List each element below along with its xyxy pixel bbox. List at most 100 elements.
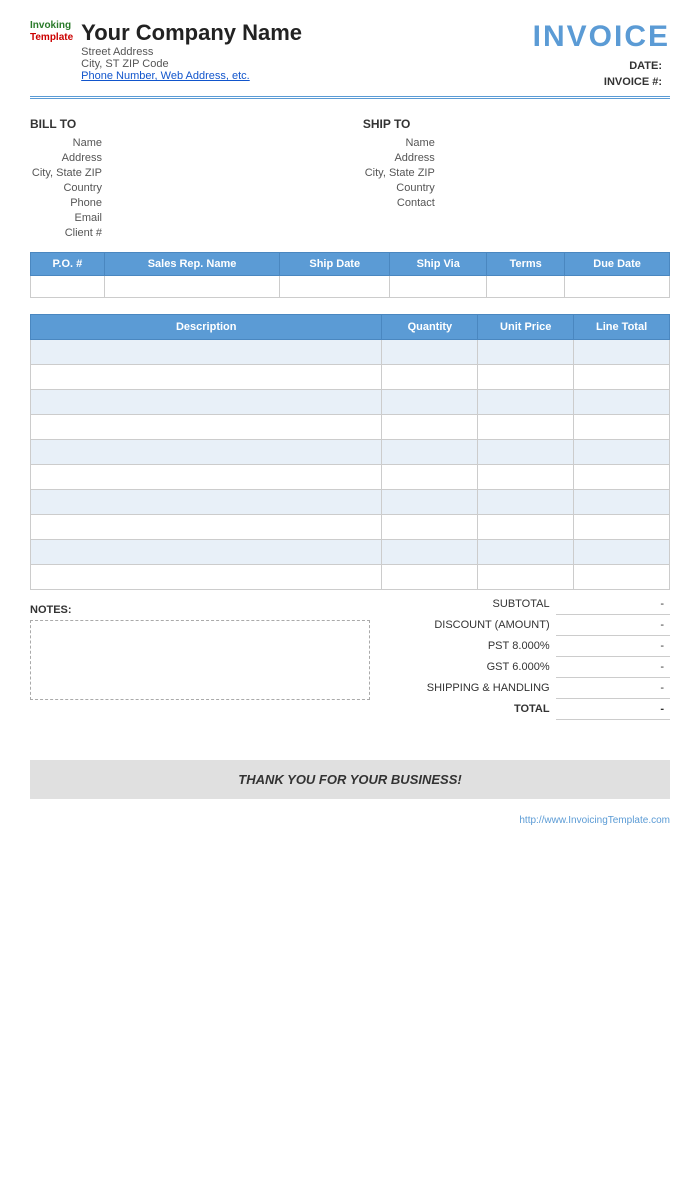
bill-phone-row: Phone (30, 197, 337, 209)
item-row (31, 565, 670, 590)
item-row (31, 390, 670, 415)
item-total (574, 365, 670, 390)
order-sales (104, 276, 279, 298)
invoice-header: Invoking Template Your Company Name Stre… (30, 20, 670, 88)
item-price (478, 565, 574, 590)
items-header-total: Line Total (574, 315, 670, 340)
bill-email-row: Email (30, 212, 337, 224)
bottom-section: NOTES: SUBTOTAL - DISCOUNT (AMOUNT) - PS… (30, 594, 670, 720)
totals-block: SUBTOTAL - DISCOUNT (AMOUNT) - PST 8.000… (363, 594, 670, 720)
bill-email-label: Email (30, 212, 110, 224)
bill-ship-section: BILL TO Name Address City, State ZIP Cou… (30, 117, 670, 242)
order-ship-via (390, 276, 487, 298)
bill-email-value (110, 212, 337, 224)
item-qty (382, 540, 478, 565)
item-qty (382, 490, 478, 515)
order-header-sales: Sales Rep. Name (104, 253, 279, 276)
totals-table: SUBTOTAL - DISCOUNT (AMOUNT) - PST 8.000… (363, 594, 670, 720)
ship-contact-label: Contact (363, 197, 443, 209)
total-value: - (556, 699, 670, 720)
ship-address-row: Address (363, 152, 670, 164)
item-desc (31, 390, 382, 415)
order-header-ship-via: Ship Via (390, 253, 487, 276)
item-total (574, 415, 670, 440)
gst-label: GST 6.000% (363, 657, 556, 678)
item-desc (31, 540, 382, 565)
bill-country-label: Country (30, 182, 110, 194)
gst-row: GST 6.000% - (363, 657, 670, 678)
item-total (574, 465, 670, 490)
item-desc (31, 490, 382, 515)
bill-client-row: Client # (30, 227, 337, 239)
item-desc (31, 440, 382, 465)
item-desc (31, 565, 382, 590)
notes-block: NOTES: (30, 594, 350, 700)
ship-city-value (443, 167, 670, 179)
order-po (31, 276, 105, 298)
company-street: Street Address (81, 46, 302, 58)
bill-name-label: Name (30, 137, 110, 149)
items-header-desc: Description (31, 315, 382, 340)
logo-invoking: Invoking (30, 20, 71, 31)
bill-city-label: City, State ZIP (30, 167, 110, 179)
bill-address-row: Address (30, 152, 337, 164)
company-contact[interactable]: Phone Number, Web Address, etc. (81, 70, 302, 82)
thank-you-text: THANK YOU FOR YOUR BUSINESS! (238, 772, 461, 787)
shipping-row: SHIPPING & HANDLING - (363, 678, 670, 699)
item-row (31, 465, 670, 490)
item-price (478, 390, 574, 415)
item-total (574, 565, 670, 590)
thank-you-section: THANK YOU FOR YOUR BUSINESS! (30, 760, 670, 799)
item-qty (382, 390, 478, 415)
bill-client-label: Client # (30, 227, 110, 239)
footer-url[interactable]: http://www.InvoicingTemplate.com (519, 815, 670, 826)
company-info: Your Company Name Street Address City, S… (81, 20, 302, 82)
item-desc (31, 465, 382, 490)
total-label: TOTAL (363, 699, 556, 720)
total-row: TOTAL - (363, 699, 670, 720)
ship-city-label: City, State ZIP (363, 167, 443, 179)
order-table: P.O. # Sales Rep. Name Ship Date Ship Vi… (30, 252, 670, 298)
item-qty (382, 465, 478, 490)
notes-label: NOTES: (30, 604, 350, 616)
pst-row: PST 8.000% - (363, 636, 670, 657)
ship-name-value (443, 137, 670, 149)
subtotal-row: SUBTOTAL - (363, 594, 670, 615)
number-row: INVOICE #: (604, 76, 670, 88)
ship-country-row: Country (363, 182, 670, 194)
ship-name-label: Name (363, 137, 443, 149)
order-row (31, 276, 670, 298)
item-price (478, 440, 574, 465)
order-header-due-date: Due Date (565, 253, 670, 276)
bill-country-row: Country (30, 182, 337, 194)
item-total (574, 440, 670, 465)
company-name: Your Company Name (81, 20, 302, 46)
invoice-meta-block: INVOICE DATE: INVOICE #: (533, 20, 670, 88)
pst-value: - (556, 636, 670, 657)
ship-contact-value (443, 197, 670, 209)
bill-to-header: BILL TO (30, 117, 337, 131)
item-total (574, 515, 670, 540)
bill-name-row: Name (30, 137, 337, 149)
discount-label: DISCOUNT (AMOUNT) (363, 615, 556, 636)
number-label: INVOICE #: (604, 76, 662, 88)
item-desc (31, 415, 382, 440)
bill-address-value (110, 152, 337, 164)
item-price (478, 540, 574, 565)
item-desc (31, 365, 382, 390)
company-city: City, ST ZIP Code (81, 58, 302, 70)
item-price (478, 515, 574, 540)
items-table: Description Quantity Unit Price Line Tot… (30, 314, 670, 590)
item-total (574, 390, 670, 415)
subtotal-label: SUBTOTAL (363, 594, 556, 615)
bill-phone-label: Phone (30, 197, 110, 209)
item-row (31, 515, 670, 540)
item-row (31, 540, 670, 565)
order-terms (487, 276, 565, 298)
item-price (478, 365, 574, 390)
notes-area[interactable] (30, 620, 370, 700)
item-qty (382, 340, 478, 365)
order-header-ship-date: Ship Date (280, 253, 390, 276)
date-row: DATE: (629, 60, 670, 72)
bill-phone-value (110, 197, 337, 209)
